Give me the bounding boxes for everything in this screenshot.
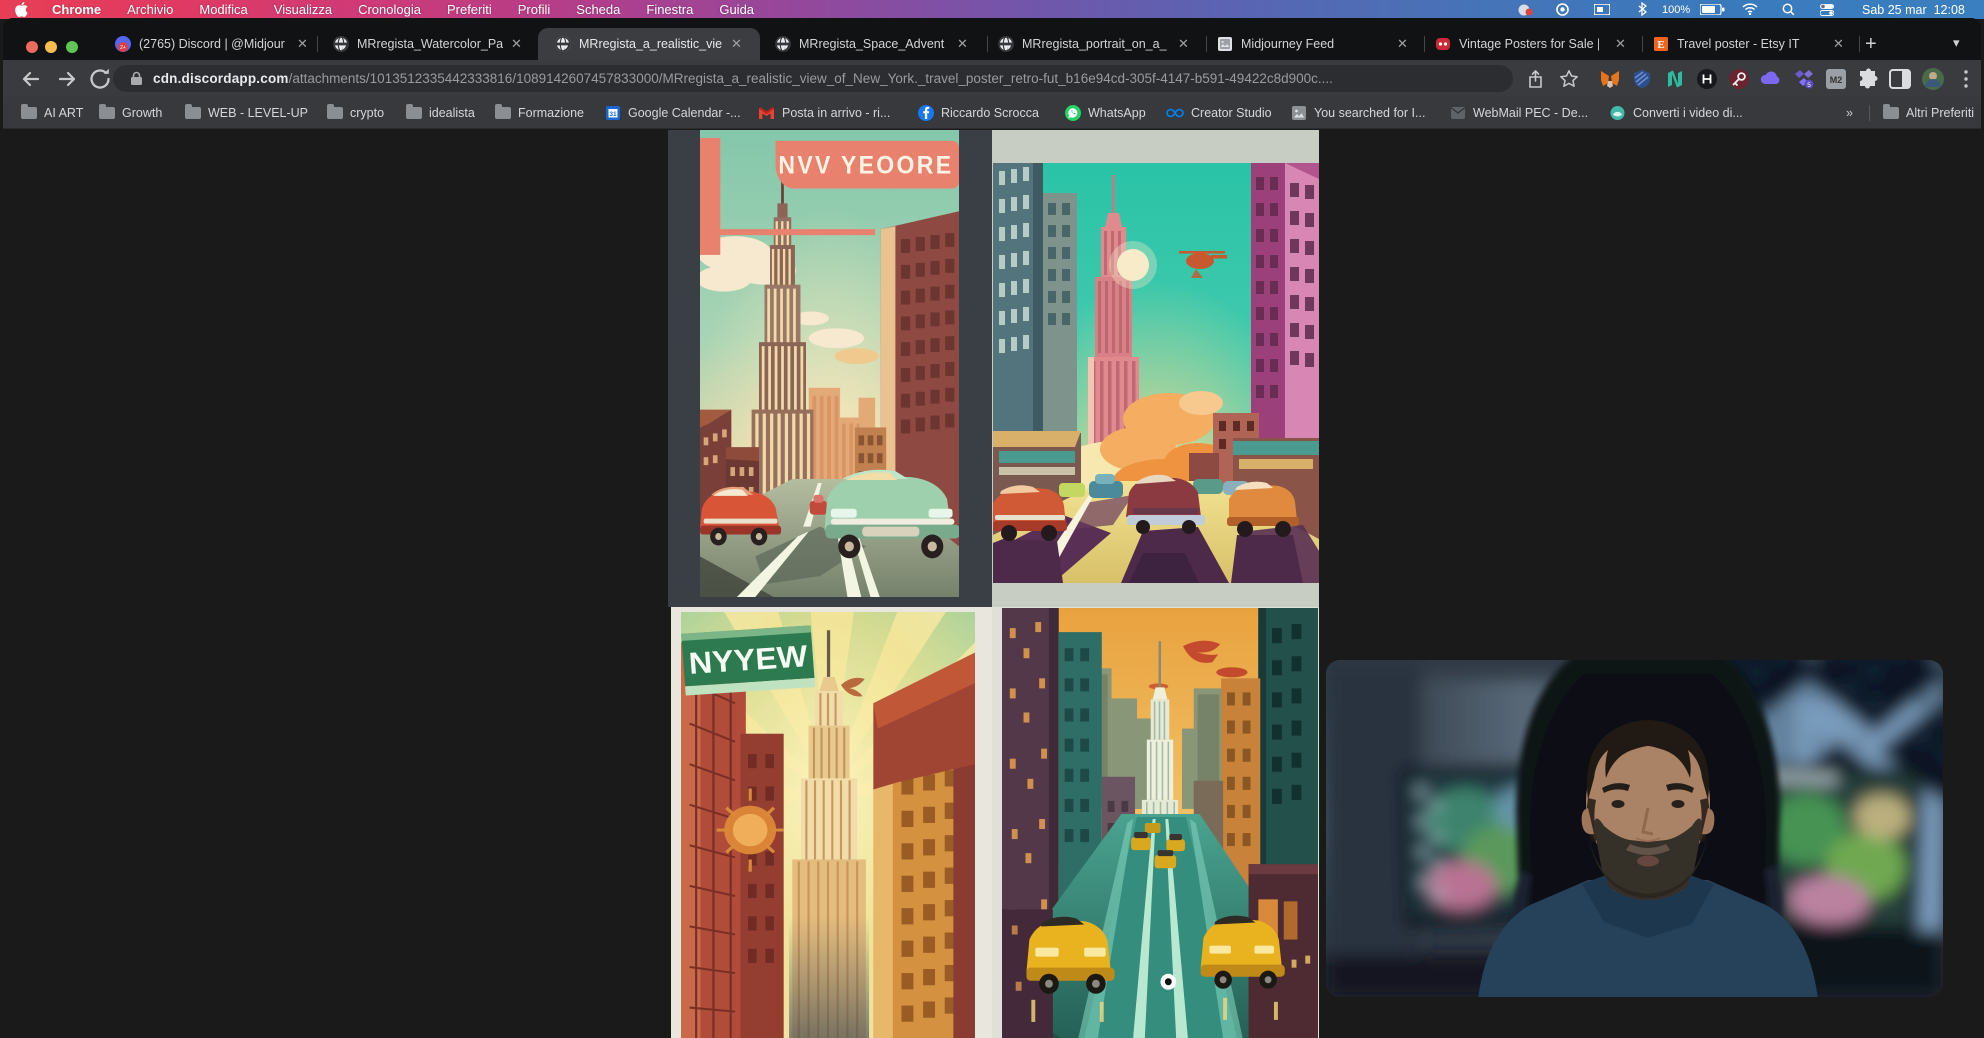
svg-text:5: 5 <box>1807 82 1811 89</box>
svg-text:31: 31 <box>609 111 617 118</box>
svg-text:E: E <box>1657 39 1664 51</box>
svg-text:2+: 2+ <box>120 45 126 51</box>
svg-text:NVV YEOORE: NVV YEOORE <box>778 152 953 180</box>
svg-text:M2: M2 <box>1830 75 1843 85</box>
